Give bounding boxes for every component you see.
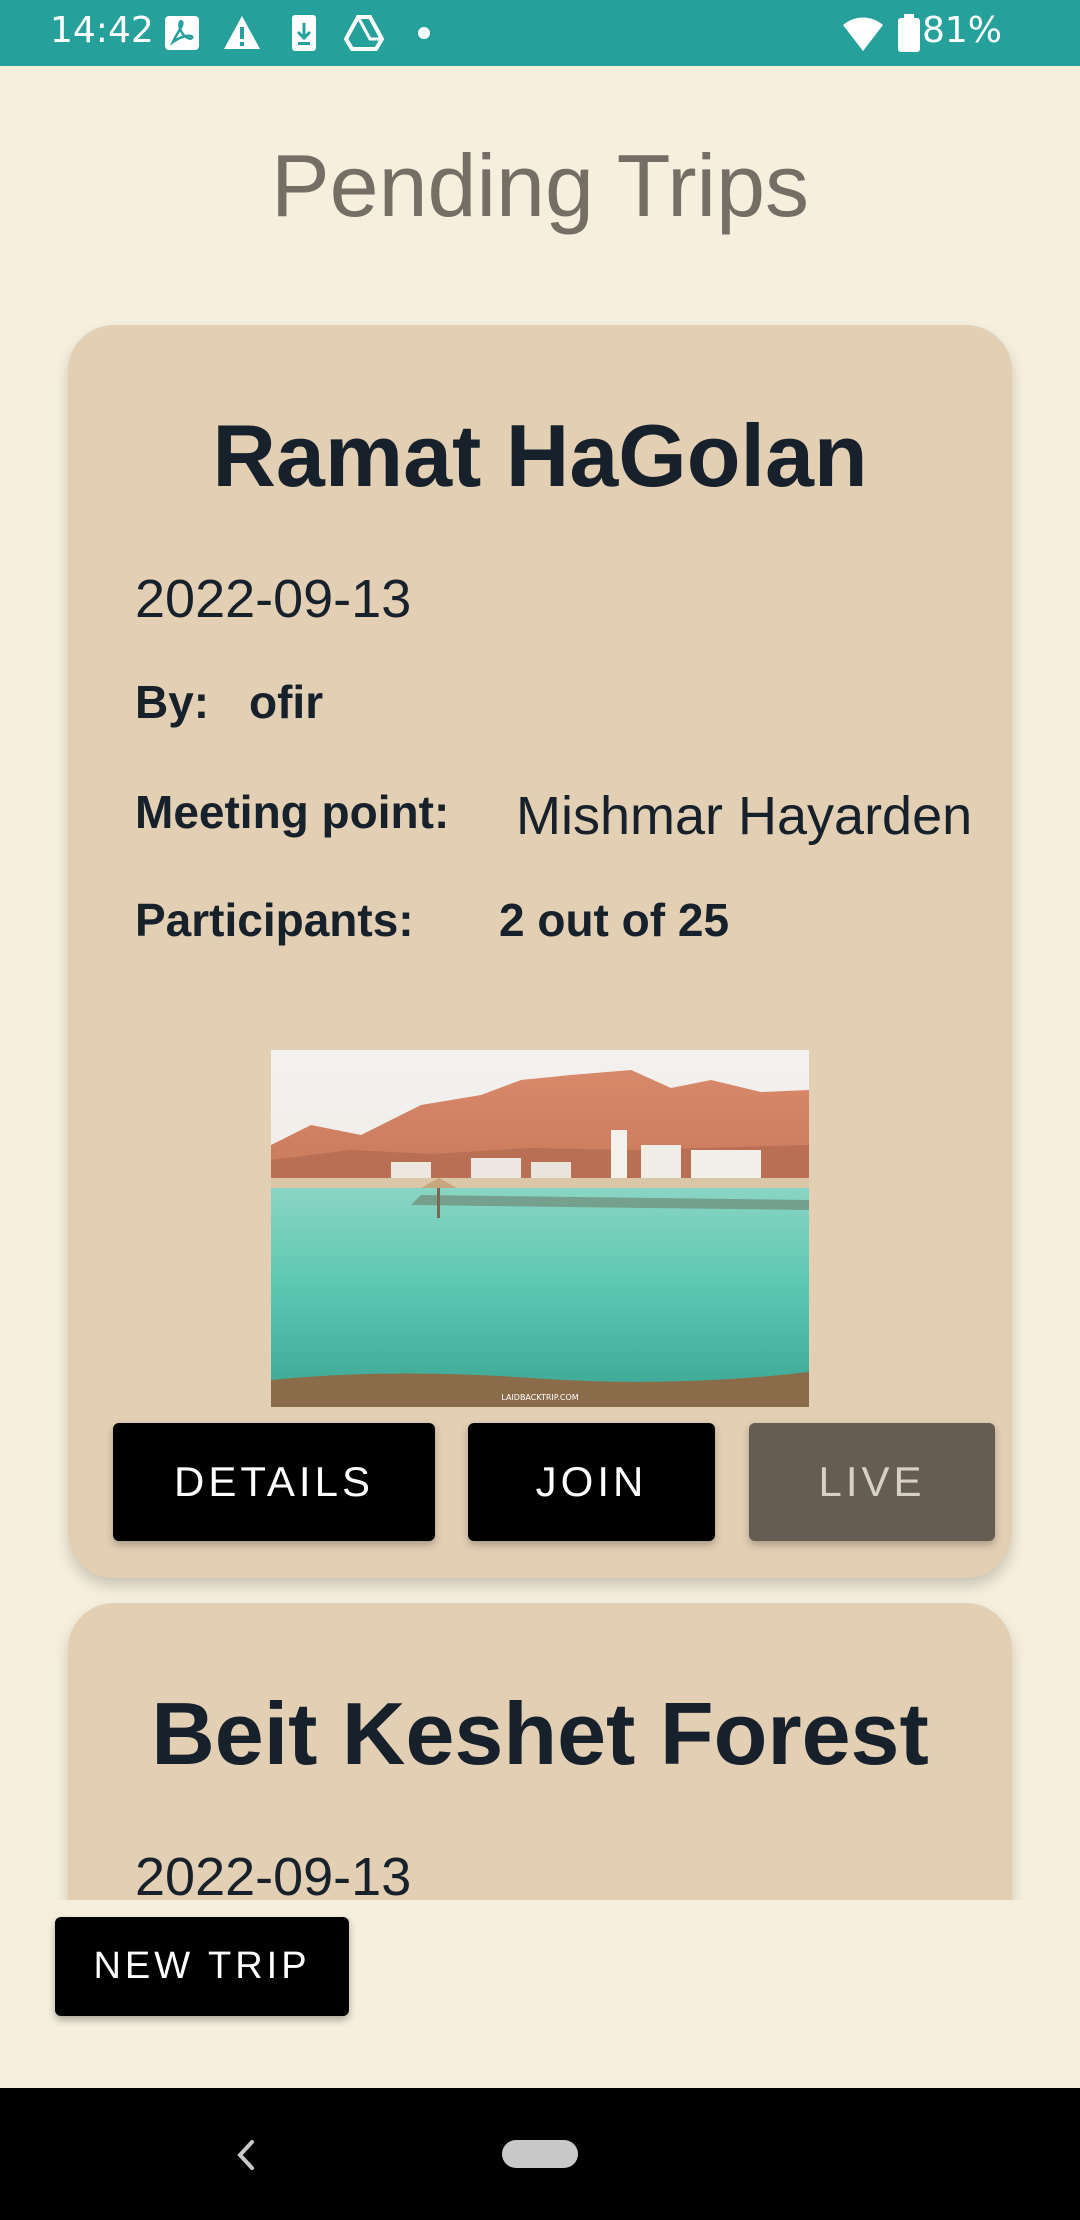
details-button[interactable]: DETAILS xyxy=(113,1423,435,1541)
trip-card[interactable]: Ramat HaGolan 2022-09-13 By: ofir Meetin… xyxy=(68,325,1012,1578)
trip-title: Beit Keshet Forest xyxy=(151,1684,929,1783)
new-trip-button[interactable]: NEW TRIP xyxy=(55,1917,349,2016)
trip-date: 2022-09-13 xyxy=(135,569,412,629)
trip-card[interactable]: Beit Keshet Forest 2022-09-13 xyxy=(68,1603,1012,1900)
image-watermark: LAIDBACKTRIP.COM xyxy=(501,1393,578,1402)
trip-list[interactable]: Pending Trips Ramat HaGolan 2022-09-13 B… xyxy=(0,0,1080,1900)
by-label: By: xyxy=(135,676,210,728)
live-button[interactable]: LIVE xyxy=(749,1423,995,1541)
navigation-bar xyxy=(0,2088,1080,2220)
participants-value: 2 out of 25 xyxy=(499,894,730,946)
trip-title: Ramat HaGolan xyxy=(212,406,868,505)
trip-image: LAIDBACKTRIP.COM xyxy=(271,1050,809,1407)
meeting-point-label: Meeting point: xyxy=(135,786,450,838)
meeting-point-value: Mishmar Hayarden xyxy=(516,786,973,846)
home-pill-icon[interactable] xyxy=(502,2140,578,2168)
by-value: ofir xyxy=(249,676,324,728)
participants-label: Participants: xyxy=(135,894,414,946)
page-title: Pending Trips xyxy=(270,136,810,235)
trip-date: 2022-09-13 xyxy=(135,1847,412,1900)
back-icon[interactable] xyxy=(222,2130,272,2180)
join-button[interactable]: JOIN xyxy=(468,1423,715,1541)
